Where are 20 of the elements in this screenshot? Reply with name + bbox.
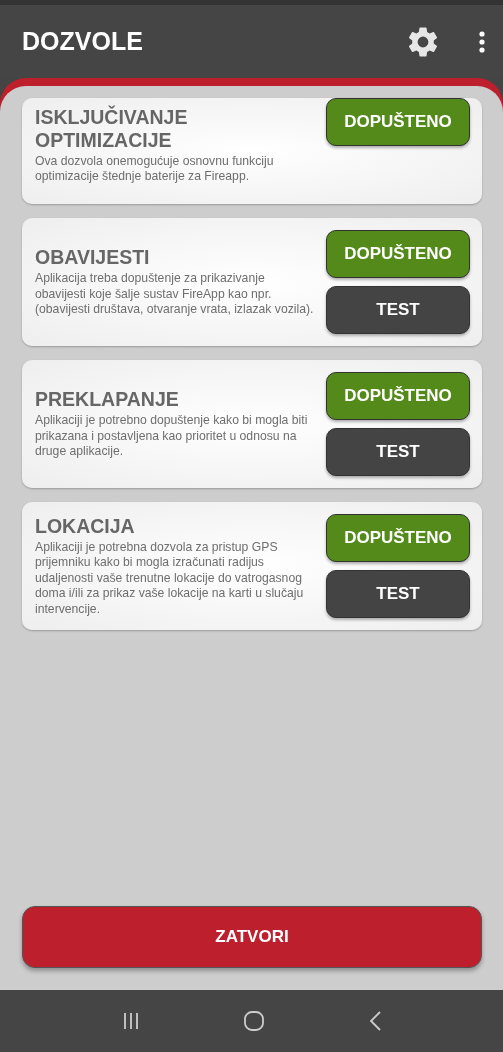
permission-title: LOKACIJA	[35, 514, 136, 538]
permission-description: Aplikaciji je potrebno dopuštenje kako bi mogla biti prikazana i postavljena kao prioritet u odnosu na druge aplikacije.	[35, 413, 309, 460]
permission-title: ISKLJUČIVANJE OPTIMIZACIJE	[35, 105, 189, 152]
allowed-button[interactable]: DOPUŠTENO	[326, 230, 470, 278]
close-button[interactable]: ZATVORI	[22, 906, 482, 968]
allowed-button[interactable]: DOPUŠTENO	[326, 98, 470, 146]
test-button[interactable]: TEST	[326, 570, 470, 618]
back-icon[interactable]	[367, 1010, 382, 1032]
app-title: DOZVOLE	[22, 27, 144, 56]
test-button[interactable]: TEST	[326, 286, 470, 334]
permission-title: PREKLAPANJE	[35, 388, 180, 412]
permission-description: Ova dozvola onemogućuje osnovnu funkciju optimizacije štednje baterije za Fireapp.	[35, 153, 275, 185]
permission-description: Aplikaciji je potrebna dozvola za pristup GPS prijemniku kako bi mogla izračunati radijus udaljenosti vaše trenutne lokacije do vatrogasnog doma i/ili za prikaz vaše lokacije na karti u slučaju intervencije.	[35, 539, 305, 618]
home-icon[interactable]	[243, 1010, 266, 1032]
allowed-button[interactable]: DOPUŠTENO	[326, 372, 470, 420]
test-button[interactable]: TEST	[326, 428, 470, 476]
permission-description: Aplikacija treba dopuštenje za prikazivanje obavijesti koje šalje sustav FireApp kao npr. (obavijesti društava, otvaranje vrata, izlazak vozila).	[35, 271, 314, 318]
permission-title: OBAVIJESTI	[35, 246, 151, 270]
allowed-button[interactable]: DOPUŠTENO	[326, 514, 470, 562]
more-options-icon[interactable]	[479, 30, 485, 53]
